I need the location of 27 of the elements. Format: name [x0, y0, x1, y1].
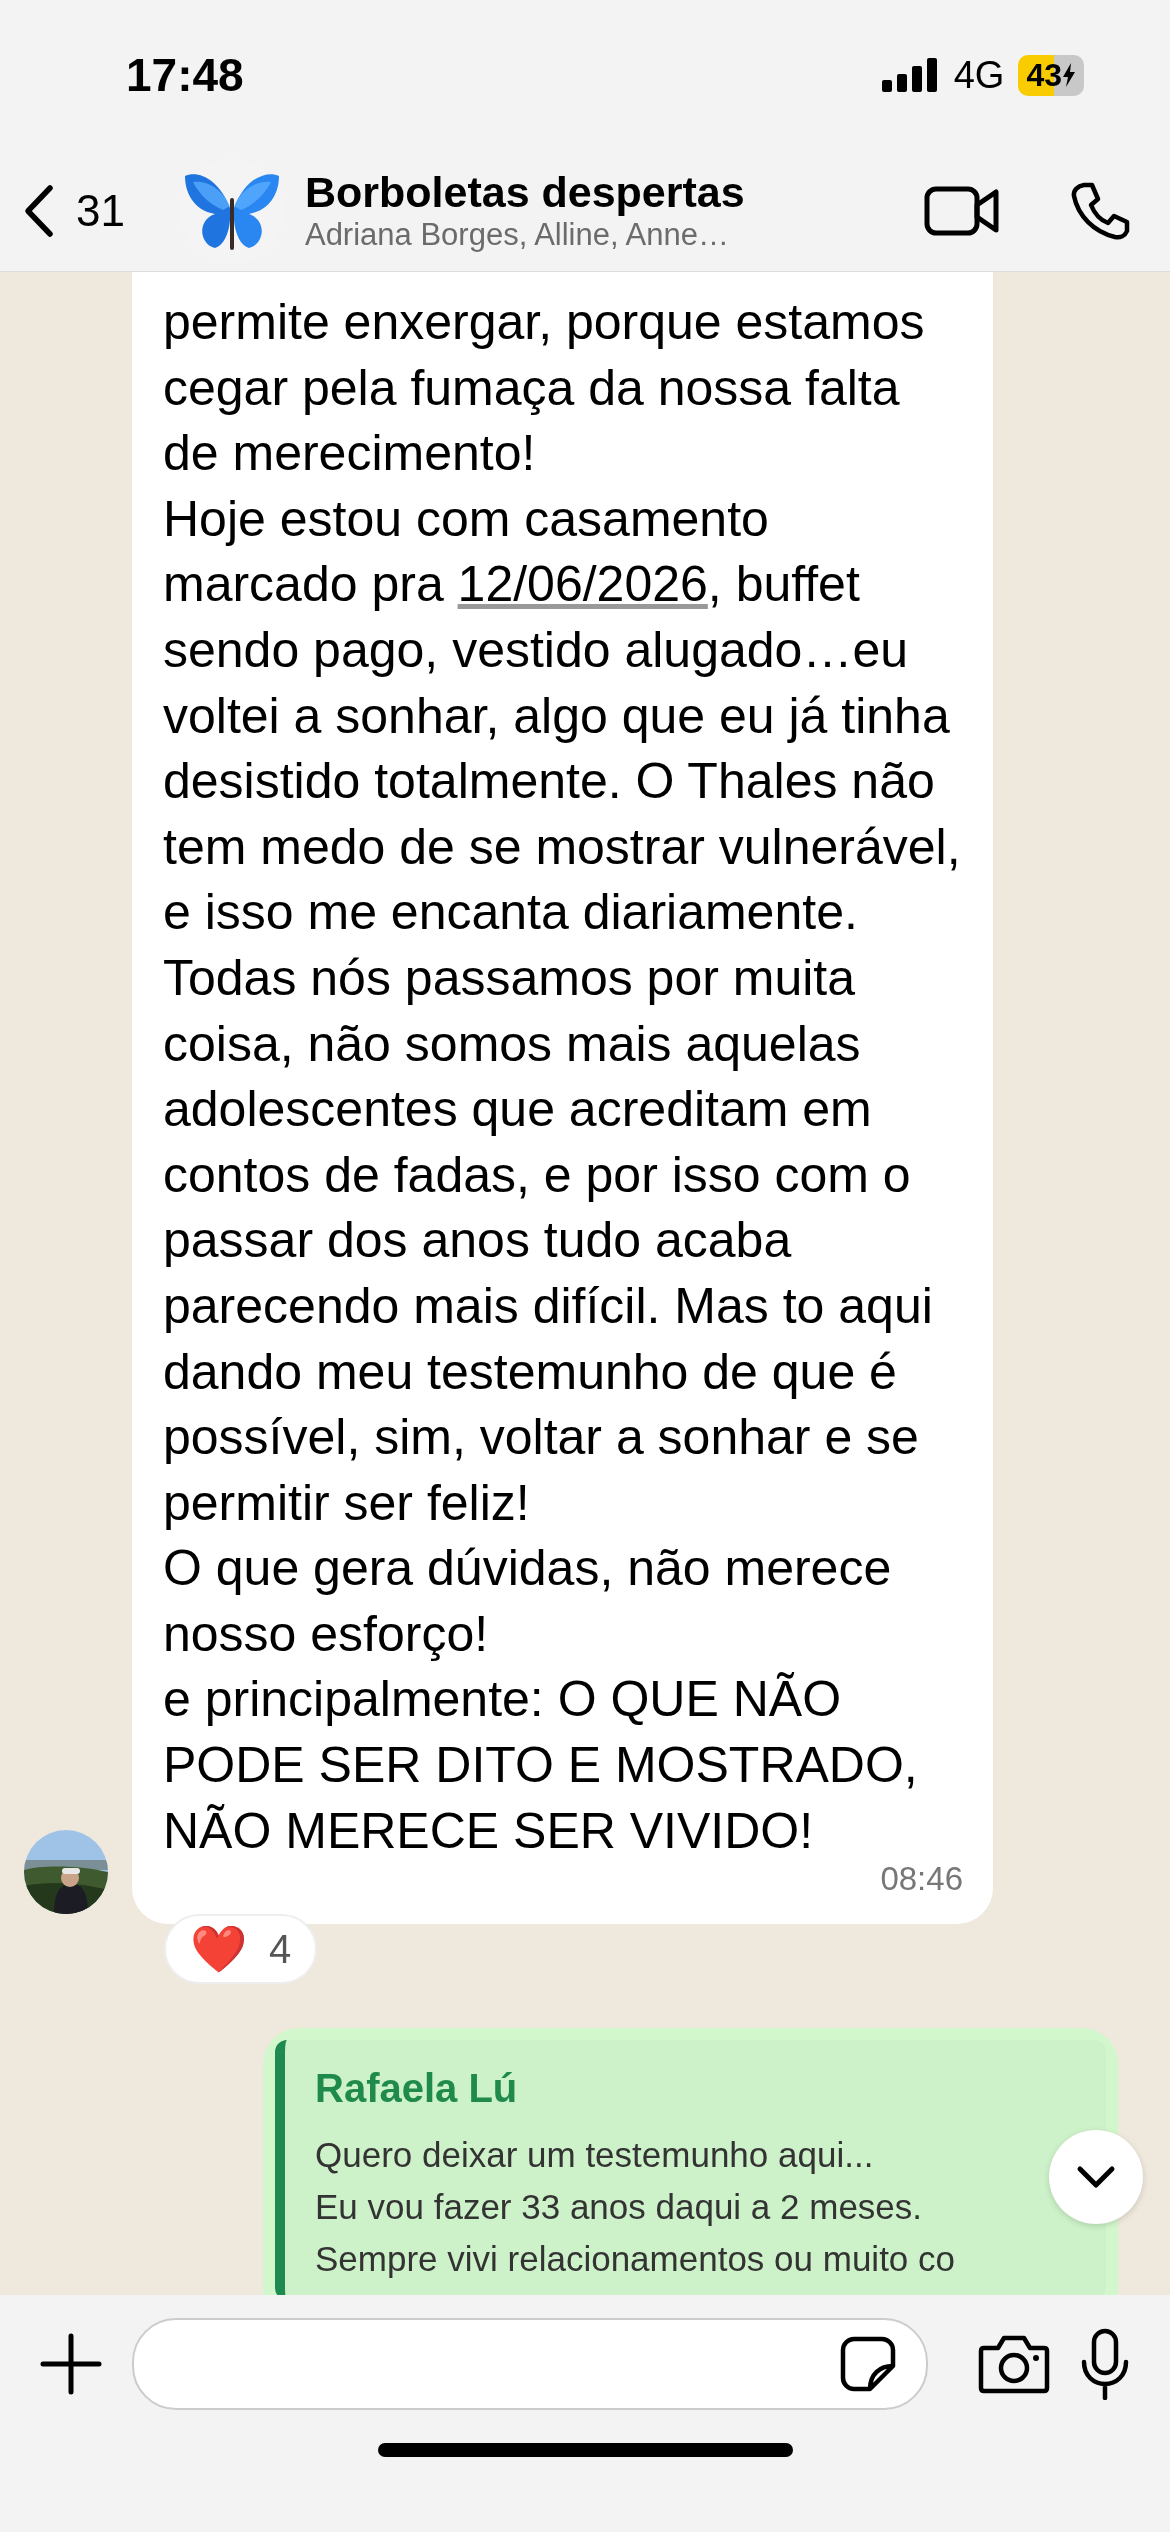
- quoted-message[interactable]: Rafaela Lú Quero deixar um testemunho aqui... Eu vou fazer 33 anos daqui a 2 meses. Sempre vivi relacionamentos ou muito co: [275, 2040, 1106, 2295]
- quoted-text: Sempre vivi relacionamentos ou muito co: [315, 2238, 956, 2281]
- message-text: e principalmente: O QUE NÃO PODE SER DITO E MOSTRADO, NÃO MERECE SER VIVIDO!: [163, 1670, 919, 1861]
- chevron-down-icon[interactable]: [1076, 2165, 1116, 2189]
- plus-icon[interactable]: [40, 2333, 102, 2395]
- group-title[interactable]: Borboletas despertas: [304, 168, 904, 217]
- message-text: Todas nós passamos por muita coisa, não somos mais aquelas adolescentes que acreditam em contos de fadas, e por isso com o passar dos anos tudo acaba parecendo mais difícil. Mas to aqui dando meu testemunho de que é possível, sim, voltar a sonhar e se permitir ser feliz!: [163, 948, 934, 1533]
- quoted-text: Quero deixar um testemunho aqui...: [315, 2134, 875, 2177]
- back-button[interactable]: 31: [24, 183, 125, 238]
- phone-icon[interactable]: [1070, 180, 1130, 241]
- reaction-pill[interactable]: ❤ 4: [164, 1914, 318, 1985]
- back-icon[interactable]: [24, 183, 54, 238]
- message-text: permite enxergar, porque estamos cegar pela fumaça da nossa falta de merecimento!: [163, 293, 926, 484]
- date-link[interactable]: 12/06/2026: [457, 556, 708, 613]
- group-members: Adriana Borges, Alline, Anne…: [304, 217, 730, 253]
- signal-icon: [881, 58, 940, 92]
- message-text: O que gera dúvidas, não merece nosso esforço!: [163, 1539, 893, 1664]
- microphone-icon[interactable]: [1080, 2328, 1130, 2400]
- camera-icon[interactable]: [978, 2334, 1050, 2394]
- message-time: 08:46: [880, 1860, 963, 1899]
- quoted-sender: Rafaela Lú: [315, 2066, 519, 2112]
- network-label: 4G: [953, 53, 1005, 97]
- status-time: 17:48: [126, 48, 244, 102]
- quoted-text: Eu vou fazer 33 anos daqui a 2 meses.: [315, 2186, 924, 2229]
- message-text: Hoje estou com casamento marcado pra 12/06/2026, buffet sendo pago, vestido alugado…eu voltei a sonhar, algo que eu já tinha desistido totalmente. O Thales não tem medo de se mostrar vulnerável, e isso me encanta diariamente.: [163, 489, 962, 943]
- sticker-icon[interactable]: [840, 2336, 896, 2392]
- video-call-icon[interactable]: [924, 185, 1000, 236]
